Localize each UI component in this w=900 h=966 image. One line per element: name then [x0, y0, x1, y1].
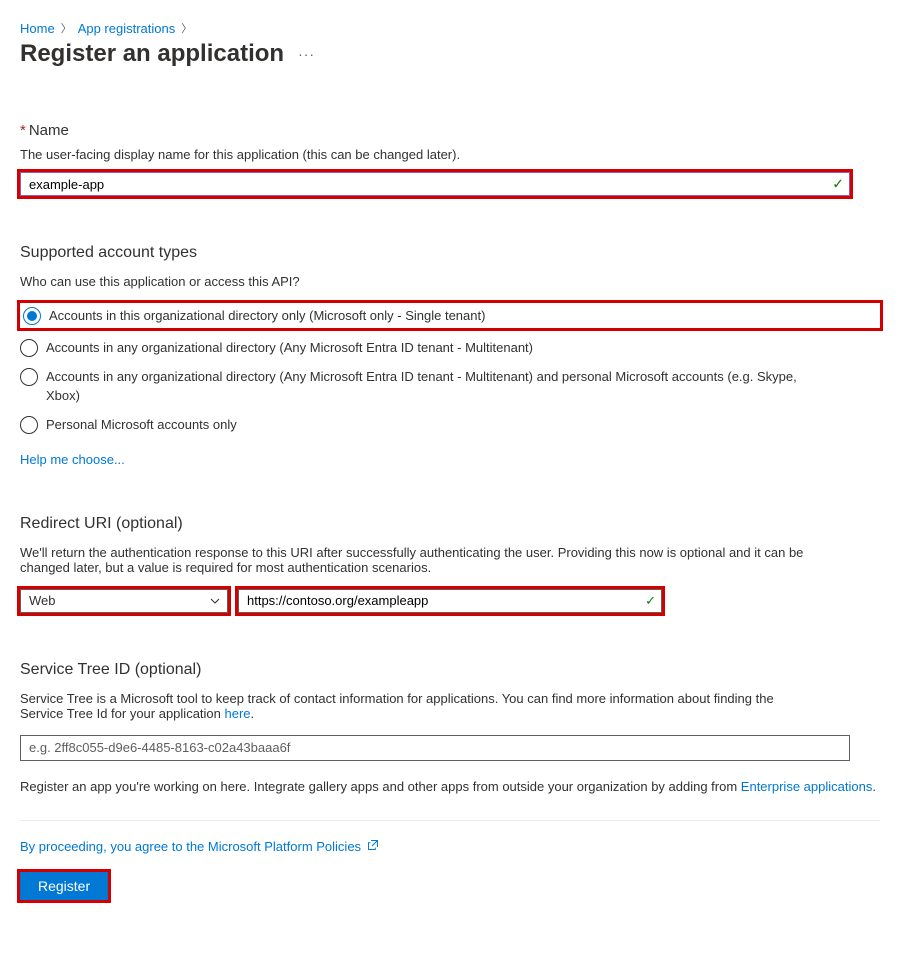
radio-option-multitenant-personal-wrap: Accounts in any organizational directory…: [20, 367, 880, 404]
name-input[interactable]: [20, 172, 850, 196]
account-types-section: Supported account types Who can use this…: [20, 244, 880, 467]
name-section: *Name The user-facing display name for t…: [20, 122, 880, 196]
chevron-right-icon: 〉: [181, 20, 192, 36]
breadcrumb-home-link[interactable]: Home: [20, 21, 55, 36]
required-asterisk-icon: *: [20, 122, 26, 139]
redirect-uri-input[interactable]: [238, 589, 662, 613]
register-button-container: Register: [20, 872, 108, 900]
radio-single-tenant[interactable]: [23, 307, 41, 325]
register-button[interactable]: Register: [20, 872, 108, 900]
radio-multitenant[interactable]: [20, 339, 38, 357]
page-title: Register an application: [20, 40, 284, 68]
platform-select-value: Web: [29, 593, 56, 608]
service-tree-here-link[interactable]: here: [225, 706, 251, 721]
service-tree-desc-pre: Service Tree is a Microsoft tool to keep…: [20, 691, 774, 721]
platform-select[interactable]: Web: [20, 589, 228, 613]
account-types-heading: Supported account types: [20, 244, 880, 262]
radio-option-single-tenant-wrap: Accounts in this organizational director…: [20, 303, 880, 328]
radio-multitenant-personal[interactable]: [20, 368, 38, 386]
radio-multitenant-personal-label: Accounts in any organizational directory…: [46, 367, 826, 404]
footer-note-post: .: [872, 779, 876, 794]
platform-policies-link[interactable]: By proceeding, you agree to the Microsof…: [20, 839, 361, 854]
service-tree-desc-post: .: [251, 706, 255, 721]
chevron-right-icon: 〉: [61, 20, 72, 36]
enterprise-applications-link[interactable]: Enterprise applications: [741, 779, 873, 794]
service-tree-description: Service Tree is a Microsoft tool to keep…: [20, 691, 820, 721]
external-link-icon: [367, 839, 379, 854]
name-label: *Name: [20, 122, 880, 139]
name-description: The user-facing display name for this ap…: [20, 147, 880, 162]
redirect-uri-heading: Redirect URI (optional): [20, 515, 880, 533]
checkmark-icon: ✓: [645, 593, 656, 609]
service-tree-id-input[interactable]: [20, 735, 850, 761]
more-actions-icon[interactable]: ···: [298, 46, 315, 62]
footer-note: Register an app you're working on here. …: [20, 779, 880, 794]
redirect-uri-section: Redirect URI (optional) We'll return the…: [20, 515, 880, 613]
radio-multitenant-label: Accounts in any organizational directory…: [46, 338, 533, 357]
radio-option-personal-only-wrap: Personal Microsoft accounts only: [20, 415, 880, 434]
help-me-choose-link[interactable]: Help me choose...: [20, 452, 125, 467]
radio-single-tenant-label: Accounts in this organizational director…: [49, 306, 485, 325]
footer-note-pre: Register an app you're working on here. …: [20, 779, 741, 794]
chevron-down-icon: [209, 595, 221, 607]
service-tree-heading: Service Tree ID (optional): [20, 661, 880, 679]
account-types-subtext: Who can use this application or access t…: [20, 274, 880, 289]
redirect-uri-input-container: ✓: [238, 589, 662, 613]
service-tree-section: Service Tree ID (optional) Service Tree …: [20, 661, 880, 761]
radio-option-multitenant-wrap: Accounts in any organizational directory…: [20, 338, 880, 357]
divider: [20, 820, 880, 821]
radio-personal-only[interactable]: [20, 416, 38, 434]
name-input-container: ✓: [20, 172, 850, 196]
name-label-text: Name: [29, 122, 69, 139]
account-types-radio-group: Accounts in this organizational director…: [20, 303, 880, 434]
redirect-uri-description: We'll return the authentication response…: [20, 545, 840, 575]
radio-personal-only-label: Personal Microsoft accounts only: [46, 415, 237, 434]
policy-row: By proceeding, you agree to the Microsof…: [20, 839, 880, 854]
breadcrumb: Home 〉 App registrations 〉: [20, 20, 880, 36]
breadcrumb-app-registrations-link[interactable]: App registrations: [78, 21, 176, 36]
